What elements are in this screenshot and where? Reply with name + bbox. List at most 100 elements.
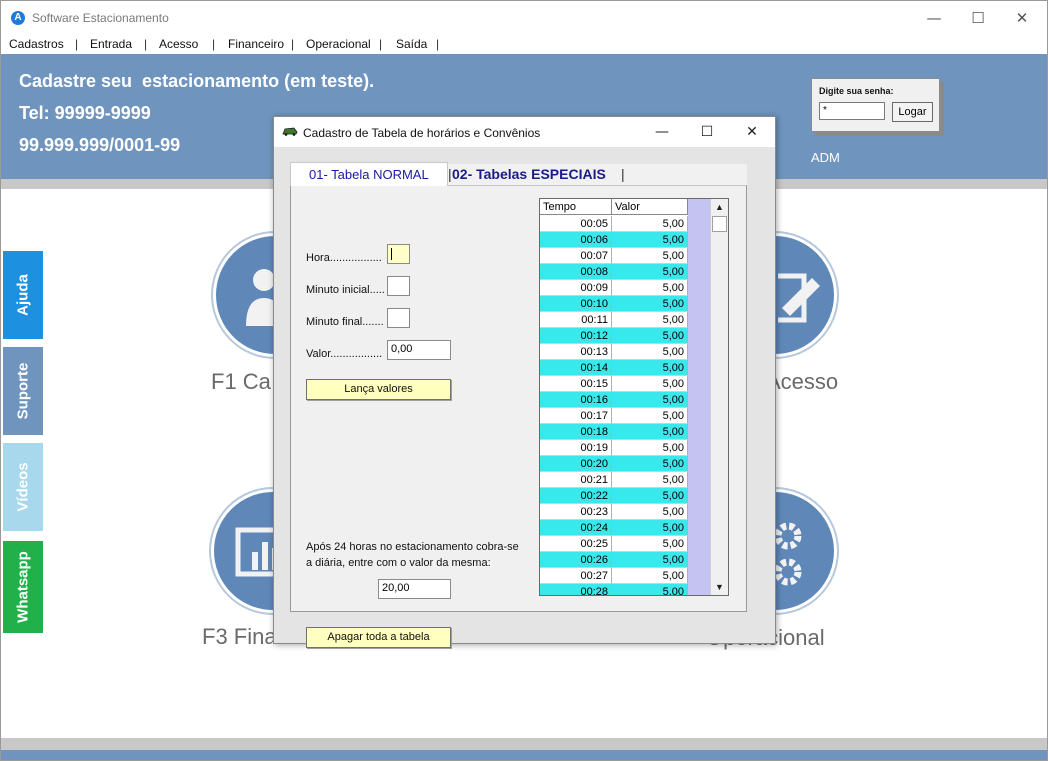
tab-normal[interactable]: 01- Tabela NORMAL [290,162,448,186]
close-button[interactable]: ✕ [999,5,1045,31]
tempo-cell[interactable]: 00:26 [540,552,612,568]
scroll-up-icon[interactable]: ▲ [711,199,728,215]
table-row[interactable]: 00:12 5,00 [540,328,688,344]
valor-cell[interactable]: 5,00 [612,488,688,504]
valor-cell[interactable]: 5,00 [612,360,688,376]
table-row[interactable]: 00:05 5,00 [540,216,688,232]
table-row[interactable]: 00:26 5,00 [540,552,688,568]
tempo-cell[interactable]: 00:05 [540,216,612,232]
table-row[interactable]: 00:13 5,00 [540,344,688,360]
dialog-close-button[interactable]: ✕ [732,121,772,143]
table-row[interactable]: 00:09 5,00 [540,280,688,296]
column-tempo[interactable]: Tempo [540,199,612,215]
scroll-down-icon[interactable]: ▼ [711,579,728,595]
tempo-cell[interactable]: 00:19 [540,440,612,456]
tempo-cell[interactable]: 00:08 [540,264,612,280]
valor-cell[interactable]: 5,00 [612,264,688,280]
table-row[interactable]: 00:22 5,00 [540,488,688,504]
menu-acesso[interactable]: Acesso [159,37,198,51]
valor-cell[interactable]: 5,00 [612,344,688,360]
valor-cell[interactable]: 5,00 [612,296,688,312]
table-row[interactable]: 00:11 5,00 [540,312,688,328]
table-row[interactable]: 00:17 5,00 [540,408,688,424]
side-tab-whatsapp[interactable]: Whatsapp [3,541,43,633]
tempo-cell[interactable]: 00:06 [540,232,612,248]
tempo-cell[interactable]: 00:20 [540,456,612,472]
dialog-maximize-button[interactable]: ☐ [687,121,727,143]
tempo-cell[interactable]: 00:09 [540,280,612,296]
tempo-cell[interactable]: 00:17 [540,408,612,424]
tempo-cell[interactable]: 00:23 [540,504,612,520]
tempo-cell[interactable]: 00:10 [540,296,612,312]
tempo-cell[interactable]: 00:15 [540,376,612,392]
hora-input[interactable] [387,244,410,264]
table-row[interactable]: 00:07 5,00 [540,248,688,264]
tab-especiais[interactable]: 02- Tabelas ESPECIAIS [452,166,606,182]
valor-cell[interactable]: 5,00 [612,216,688,232]
tempo-cell[interactable]: 00:07 [540,248,612,264]
valor-cell[interactable]: 5,00 [612,232,688,248]
login-button[interactable]: Logar [892,102,933,122]
valor-cell[interactable]: 5,00 [612,568,688,584]
tempo-cell[interactable]: 00:16 [540,392,612,408]
valor-cell[interactable]: 5,00 [612,536,688,552]
tempo-cell[interactable]: 00:25 [540,536,612,552]
diaria-input[interactable]: 20,00 [378,579,451,599]
valor-cell[interactable]: 5,00 [612,248,688,264]
valor-cell[interactable]: 5,00 [612,312,688,328]
valor-cell[interactable]: 5,00 [612,376,688,392]
grid-scrollbar[interactable]: ▲ ▼ [710,199,728,595]
valor-cell[interactable]: 5,00 [612,504,688,520]
table-row[interactable]: 00:25 5,00 [540,536,688,552]
apagar-tabela-button[interactable]: Apagar toda a tabela [306,627,451,648]
financeiro-tile-label[interactable]: F3 Fina [202,624,277,650]
minuto-inicial-input[interactable] [387,276,410,296]
table-row[interactable]: 00:27 5,00 [540,568,688,584]
valor-cell[interactable]: 5,00 [612,408,688,424]
valor-cell[interactable]: 5,00 [612,472,688,488]
scroll-thumb[interactable] [712,216,727,232]
table-row[interactable]: 00:14 5,00 [540,360,688,376]
lanca-valores-button[interactable]: Lança valores [306,379,451,400]
column-valor[interactable]: Valor [612,199,688,215]
dialog-minimize-button[interactable]: — [642,121,682,143]
maximize-button[interactable]: ☐ [955,5,1001,31]
menu-financeiro[interactable]: Financeiro [228,37,284,51]
menu-saida[interactable]: Saída [396,37,427,51]
menu-entrada[interactable]: Entrada [90,37,132,51]
side-tab-videos[interactable]: Vídeos [3,443,43,531]
valor-cell[interactable]: 5,00 [612,520,688,536]
tempo-cell[interactable]: 00:18 [540,424,612,440]
valor-cell[interactable]: 5,00 [612,456,688,472]
acesso-tile-label[interactable]: Acesso [766,369,838,395]
tempo-cell[interactable]: 00:24 [540,520,612,536]
password-input[interactable]: * [819,102,885,120]
minimize-button[interactable]: — [911,5,957,31]
table-row[interactable]: 00:21 5,00 [540,472,688,488]
table-row[interactable]: 00:10 5,00 [540,296,688,312]
table-row[interactable]: 00:19 5,00 [540,440,688,456]
valor-cell[interactable]: 5,00 [612,584,688,595]
tempo-cell[interactable]: 00:27 [540,568,612,584]
table-row[interactable]: 00:16 5,00 [540,392,688,408]
table-row[interactable]: 00:06 5,00 [540,232,688,248]
valor-input[interactable]: 0,00 [387,340,451,360]
valor-cell[interactable]: 5,00 [612,440,688,456]
tempo-cell[interactable]: 00:11 [540,312,612,328]
side-tab-suporte[interactable]: Suporte [3,347,43,435]
table-row[interactable]: 00:15 5,00 [540,376,688,392]
menu-cadastros[interactable]: Cadastros [9,37,64,51]
tempo-cell[interactable]: 00:22 [540,488,612,504]
tempo-cell[interactable]: 00:28 [540,584,612,595]
valor-cell[interactable]: 5,00 [612,552,688,568]
cadastros-tile-label[interactable]: F1 Ca [211,369,271,395]
side-tab-ajuda[interactable]: Ajuda [3,251,43,339]
table-row[interactable]: 00:08 5,00 [540,264,688,280]
valor-cell[interactable]: 5,00 [612,424,688,440]
table-row[interactable]: 00:24 5,00 [540,520,688,536]
table-row[interactable]: 00:20 5,00 [540,456,688,472]
table-row[interactable]: 00:28 5,00 [540,584,688,595]
valor-cell[interactable]: 5,00 [612,392,688,408]
schedule-grid[interactable]: Tempo Valor 00:05 5,00 00:06 5,00 00:07 5,00 0… [539,198,729,596]
tempo-cell[interactable]: 00:14 [540,360,612,376]
